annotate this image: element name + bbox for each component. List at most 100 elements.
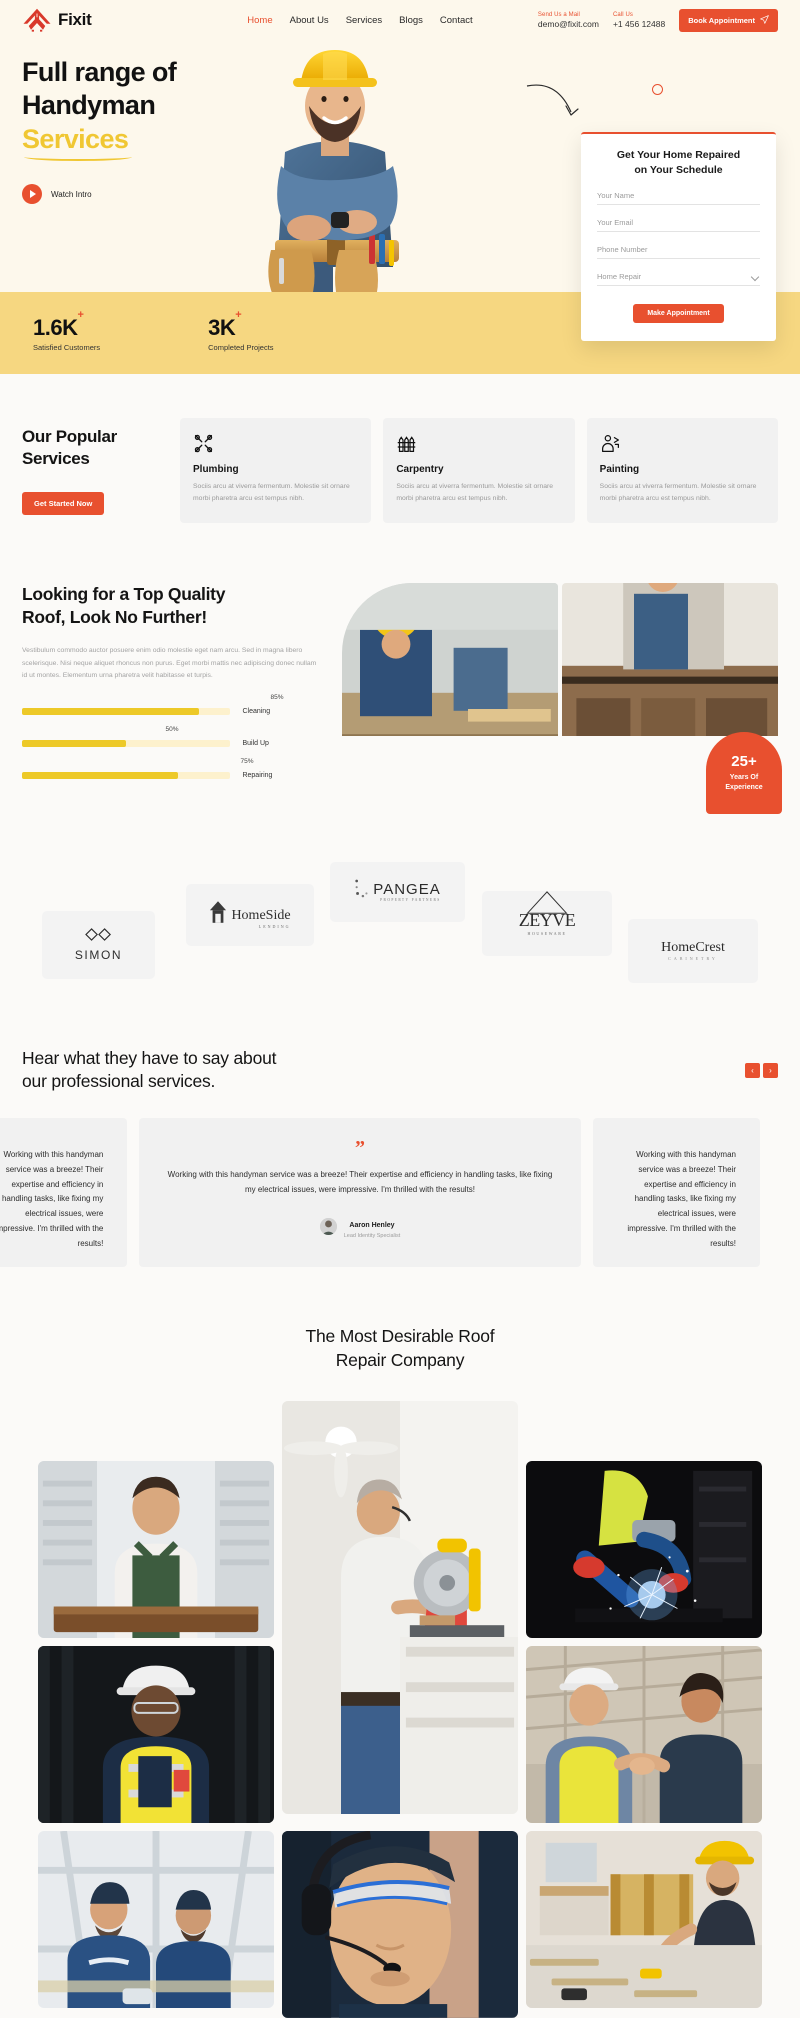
services-heading-line1: Our Popular — [22, 427, 117, 446]
roof-image-left — [342, 582, 558, 736]
stat-number: 3K+ — [208, 309, 273, 341]
service-card-list: Plumbing Sociis arcu at viverra fermentu… — [180, 418, 778, 523]
phone-field[interactable]: Phone Number — [597, 245, 760, 260]
make-appointment-button[interactable]: Make Appointment — [633, 304, 724, 324]
gallery-item-man-using-miter-saw-indoors[interactable] — [282, 1400, 518, 1814]
roof-heading: Looking for a Top Quality Roof, Look No … — [22, 583, 322, 629]
gallery-item-handyman-repairing-wall[interactable] — [526, 1830, 762, 2008]
skill-bar-cleaning: 85% Cleaning — [22, 694, 322, 721]
form-title-line2: on Your Schedule — [634, 164, 723, 177]
watch-intro-label: Watch Intro — [51, 189, 92, 199]
nav-item-services[interactable]: Services — [346, 15, 382, 26]
skill-percent: 85% — [270, 693, 284, 701]
service-card-painting[interactable]: Painting Sociis arcu at viverra fermentu… — [586, 418, 778, 523]
mail-value[interactable]: demo@fixit.com — [538, 19, 599, 29]
gallery-item-engineer-with-headset-looking-up[interactable] — [282, 1830, 518, 2018]
roof-quality-section: Looking for a Top Quality Roof, Look No … — [0, 543, 800, 839]
quotation-mark-icon: ” — [355, 1136, 365, 1159]
service-type-value: Home Repair — [597, 272, 642, 282]
client-logo-pangea[interactable]: PANGEA PROPERTY PARTNERS — [330, 861, 465, 922]
experience-line1: Years Of — [729, 774, 759, 782]
skill-fill — [22, 739, 126, 747]
testimonials-heading: Hear what they have to say about our pro… — [22, 1047, 745, 1094]
book-appointment-button[interactable]: Book Appointment — [679, 8, 778, 32]
gallery-item-two-workers-shaking-hands[interactable] — [526, 1645, 762, 1823]
wooden-fence-icon — [396, 433, 561, 455]
gallery-item-welder-with-sparks[interactable] — [526, 1460, 762, 1638]
client-logos-section: SIMON HomeSide LENDING PANGEA PROPERTY P… — [0, 849, 800, 999]
appointment-form-card: Get Your Home Repaired on Your Schedule … — [581, 132, 776, 342]
skill-bars: 85% Cleaning 50% Build Up 75% Repairing — [22, 694, 322, 785]
client-logo-homeside[interactable]: HomeSide LENDING — [186, 883, 314, 946]
client-logo-sub: LENDING — [258, 924, 291, 930]
service-title: Carpentry — [396, 464, 444, 475]
gallery-item-two-workers-on-scaffolding[interactable] — [38, 1830, 274, 2008]
client-logo-name: HomeCrest — [661, 940, 725, 956]
curved-arrow-decoration-icon — [525, 82, 589, 127]
testimonial-card-prev[interactable]: Working with this handyman service was a… — [0, 1117, 128, 1268]
client-logo-homecrest[interactable]: HomeCrest CABINETRY — [628, 918, 758, 983]
gallery-item-carpenter-holding-wood-plank[interactable] — [38, 1460, 274, 1638]
mail-label: Send Us a Mail — [537, 11, 580, 18]
chevron-right-icon[interactable]: › — [763, 1062, 778, 1078]
popular-services-section: Our Popular Services Get Started Now Plu… — [0, 374, 800, 543]
testimonials-header: Hear what they have to say about our pro… — [0, 1047, 800, 1094]
stat-number: 1.6K+ — [33, 309, 100, 341]
client-logo-zeyve[interactable]: ZEYVE HOUSEWARE — [482, 890, 612, 956]
nav-item-about[interactable]: About Us — [290, 15, 329, 26]
house-block-icon — [209, 900, 227, 929]
service-card-carpentry[interactable]: Carpentry Sociis arcu at viverra ferment… — [383, 418, 575, 523]
skill-label: Cleaning — [242, 707, 271, 715]
testimonial-carousel-controls: ‹ › — [745, 1062, 778, 1078]
roof-image-pair — [342, 582, 778, 736]
experience-number: 25+ — [731, 753, 757, 771]
nav-item-home[interactable]: Home — [247, 15, 272, 26]
crossed-wrench-screwdriver-icon — [193, 433, 358, 455]
testimonial-text: Working with this handyman service was a… — [0, 1149, 104, 1248]
testimonial-card-active[interactable]: ” Working with this handyman service was… — [139, 1117, 581, 1268]
avatar — [319, 1217, 337, 1235]
hero-title-highlight: Services — [22, 123, 133, 162]
testimonials-heading-line1: Hear what they have to say about — [22, 1047, 277, 1068]
stat-item-completed-projects: 3K+ Completed Projects — [208, 309, 273, 351]
gallery-item-worker-in-yellow-safety-vest[interactable] — [38, 1645, 274, 1823]
service-card-plumbing[interactable]: Plumbing Sociis arcu at viverra fermentu… — [180, 418, 372, 523]
get-started-button[interactable]: Get Started Now — [22, 491, 105, 515]
form-title: Get Your Home Repaired on Your Schedule — [597, 148, 760, 178]
nav-item-blogs[interactable]: Blogs — [399, 15, 423, 26]
testimonial-card-next[interactable]: Working with this handyman service was a… — [592, 1117, 760, 1268]
skill-fill — [22, 707, 199, 715]
house-outline-icon — [525, 890, 569, 921]
author-name: Aaron Henley — [349, 1221, 395, 1229]
call-value[interactable]: +1 456 12488 — [613, 19, 665, 29]
chevron-left-icon[interactable]: ‹ — [745, 1062, 760, 1078]
header-mail-block[interactable]: Send Us a Mail demo@fixit.com — [538, 12, 599, 29]
testimonial-carousel[interactable]: Working with this handyman service was a… — [0, 1117, 760, 1268]
service-type-select[interactable]: Home Repair — [597, 272, 760, 287]
client-logo-name: HomeSide — [231, 908, 291, 924]
skill-percent: 75% — [240, 757, 254, 765]
play-circle-icon[interactable] — [22, 184, 42, 205]
client-logo-simon[interactable]: SIMON — [42, 910, 155, 979]
skill-track — [22, 739, 230, 747]
testimonial-text: Working with this handyman service was a… — [167, 1169, 553, 1194]
stat-plus: + — [235, 309, 242, 322]
phone-field-placeholder: Phone Number — [597, 245, 648, 255]
services-intro: Our Popular Services Get Started Now — [22, 418, 162, 515]
hero-title-line2: Handyman — [22, 90, 156, 121]
book-appointment-label: Book Appointment — [688, 15, 755, 25]
email-field[interactable]: Your Email — [597, 218, 760, 233]
service-description: Sociis arcu at viverra fermentum. Molest… — [599, 483, 757, 502]
testimonials-section: Hear what they have to say about our pro… — [0, 1019, 800, 1298]
hero-body: Full range of Handyman Services Watch In… — [0, 34, 800, 344]
nav-item-contact[interactable]: Contact — [440, 15, 473, 26]
site-header: Fixit Home About Us Services Blogs Conta… — [0, 0, 800, 34]
skill-bar-repairing: 75% Repairing — [22, 758, 322, 785]
name-field[interactable]: Your Name — [597, 191, 760, 206]
skill-track — [22, 707, 230, 715]
header-phone-block[interactable]: Call Us +1 456 12488 — [613, 12, 665, 29]
email-field-placeholder: Your Email — [597, 218, 633, 228]
header-contact-area: Send Us a Mail demo@fixit.com Call Us +1… — [538, 8, 778, 32]
service-title: Plumbing — [193, 464, 239, 475]
client-logo-sub: HOUSEWARE — [527, 931, 567, 937]
